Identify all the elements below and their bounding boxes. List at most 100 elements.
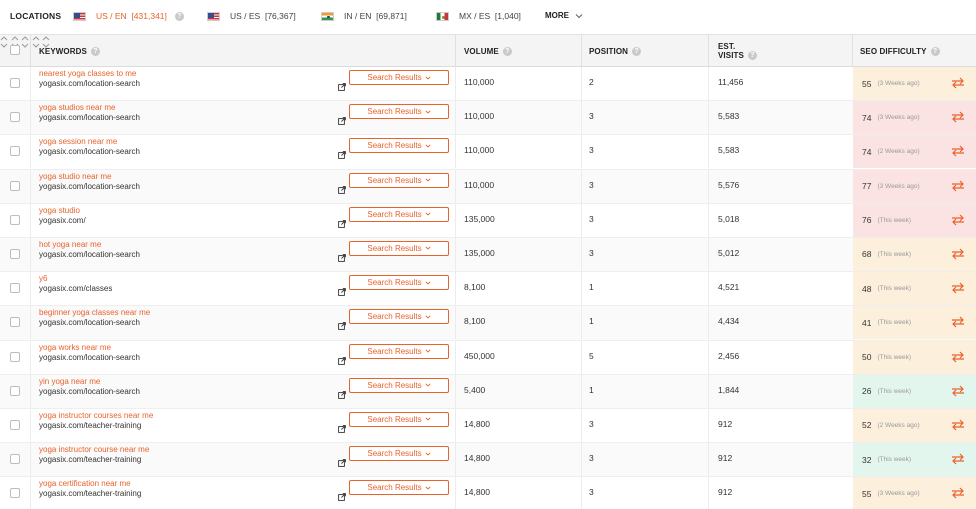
keyword-link[interactable]: y6 — [39, 274, 47, 283]
search-results-button[interactable]: Search Results — [349, 309, 449, 325]
external-link-icon[interactable] — [338, 254, 346, 262]
search-results-button[interactable]: Search Results — [349, 446, 449, 462]
search-results-button[interactable]: Search Results — [349, 138, 449, 154]
header-seo-difficulty[interactable]: SEO DIFFICULTY ? — [860, 35, 940, 67]
column-divider — [708, 169, 709, 203]
swap-arrows-icon[interactable] — [951, 77, 965, 89]
external-link-icon[interactable] — [338, 151, 346, 160]
row-checkbox[interactable] — [10, 146, 20, 157]
swap-arrows-icon[interactable] — [951, 180, 965, 192]
row-checkbox[interactable] — [10, 214, 20, 225]
external-link-icon[interactable] — [338, 493, 346, 502]
search-results-button[interactable]: Search Results — [349, 411, 449, 427]
est-visits-value: 4,434 — [718, 316, 740, 327]
search-results-button[interactable]: Search Results — [349, 172, 449, 188]
swap-arrows-icon[interactable] — [951, 282, 965, 294]
help-icon[interactable]: ? — [502, 46, 512, 56]
help-icon[interactable]: ? — [90, 46, 100, 56]
keyword-link[interactable]: yoga studio near me — [39, 172, 112, 181]
keyword-link[interactable]: yoga works near me — [39, 343, 111, 352]
row-checkbox[interactable] — [10, 419, 20, 430]
table-row: yoga certification near me yogasix.com/t… — [0, 477, 976, 509]
position-value: 3 — [589, 487, 594, 498]
search-results-button[interactable]: Search Results — [349, 275, 449, 291]
external-link-icon[interactable] — [338, 390, 346, 399]
search-results-button[interactable]: Search Results — [349, 480, 449, 496]
external-link-icon[interactable] — [338, 356, 346, 365]
header-est-visits[interactable]: EST. VISITS ? — [718, 35, 757, 67]
header-keywords[interactable]: KEYWORDS ? — [39, 35, 100, 67]
external-link-icon[interactable] — [338, 83, 346, 91]
keyword-link[interactable]: yoga certification near me — [39, 479, 131, 488]
search-results-button[interactable]: Search Results — [349, 70, 449, 85]
location-mx-es[interactable]: MX / ES [1,040] — [436, 9, 521, 23]
swap-arrows-icon[interactable] — [951, 351, 965, 363]
location-us-en[interactable]: US / EN [431,341] ? — [73, 9, 184, 23]
location-in-en[interactable]: IN / EN [69,871] — [321, 9, 407, 23]
table-row: yin yoga near me yogasix.com/location-se… — [0, 374, 976, 409]
keyword-link[interactable]: yoga instructor course near me — [39, 445, 149, 454]
keyword-link[interactable]: hot yoga near me — [39, 240, 101, 249]
volume-value: 14,800 — [464, 487, 490, 498]
external-link-icon[interactable] — [338, 117, 346, 126]
external-link-icon[interactable] — [338, 425, 346, 433]
swap-arrows-icon[interactable] — [951, 453, 965, 465]
search-results-button[interactable]: Search Results — [349, 343, 449, 359]
select-all-checkbox[interactable] — [10, 45, 20, 55]
swap-arrows-icon[interactable] — [951, 111, 965, 123]
search-results-button[interactable]: Search Results — [349, 377, 449, 393]
row-checkbox[interactable] — [10, 78, 20, 88]
row-checkbox[interactable] — [10, 385, 20, 396]
header-volume[interactable]: VOLUME ? — [464, 35, 512, 67]
chevron-down-icon — [425, 110, 431, 114]
header-position[interactable]: POSITION ? — [589, 35, 642, 67]
search-results-label: Search Results — [367, 483, 422, 493]
location-us-es[interactable]: US / ES [76,367] — [207, 9, 296, 23]
help-icon[interactable]: ? — [632, 46, 642, 56]
external-link-icon[interactable] — [338, 219, 346, 228]
volume-value: 5,400 — [464, 384, 486, 395]
row-checkbox[interactable] — [10, 112, 20, 123]
est-visits-value: 5,018 — [718, 213, 740, 224]
external-link-icon[interactable] — [338, 459, 346, 467]
seo-difficulty-updated: (This week) — [877, 387, 912, 395]
search-results-button[interactable]: Search Results — [349, 206, 449, 222]
keywords-table: KEYWORDS ? VOLUME ? POSITION ? EST. VISI… — [0, 34, 976, 509]
sort-icon[interactable] — [21, 35, 29, 49]
external-link-icon[interactable] — [338, 185, 346, 194]
swap-arrows-icon[interactable] — [951, 385, 965, 397]
swap-arrows-icon[interactable] — [951, 316, 965, 328]
keyword-link[interactable]: yoga studio — [39, 206, 80, 215]
row-checkbox[interactable] — [10, 351, 20, 362]
row-checkbox[interactable] — [10, 283, 20, 294]
seo-difficulty-updated: (This week) — [877, 216, 912, 224]
help-icon[interactable]: ? — [930, 46, 940, 56]
search-results-button[interactable]: Search Results — [349, 240, 449, 256]
swap-arrows-icon[interactable] — [951, 487, 965, 499]
swap-arrows-icon[interactable] — [951, 419, 965, 431]
search-results-label: Search Results — [367, 141, 422, 151]
swap-arrows-icon[interactable] — [951, 214, 965, 226]
keyword-link[interactable]: yoga instructor courses near me — [39, 411, 153, 420]
swap-arrows-icon[interactable] — [951, 248, 965, 260]
ranking-url: yogasix.com/location-search — [39, 181, 140, 191]
row-checkbox[interactable] — [10, 488, 20, 499]
info-icon[interactable]: ? — [174, 11, 184, 21]
sort-icon[interactable] — [0, 35, 8, 49]
keyword-link[interactable]: yoga session near me — [39, 137, 117, 146]
row-checkbox[interactable] — [10, 248, 20, 259]
keyword-link[interactable]: yin yoga near me — [39, 377, 100, 386]
row-checkbox[interactable] — [10, 454, 20, 465]
keyword-link[interactable]: nearest yoga classes to me — [39, 69, 136, 78]
row-checkbox[interactable] — [10, 180, 20, 191]
external-link-icon[interactable] — [338, 322, 346, 331]
help-icon[interactable]: ? — [747, 51, 757, 60]
column-divider — [581, 203, 582, 237]
keyword-link[interactable]: yoga studios near me — [39, 103, 116, 112]
more-locations-button[interactable]: MORE — [545, 11, 583, 20]
keyword-link[interactable]: beginner yoga classes near me — [39, 308, 150, 317]
search-results-button[interactable]: Search Results — [349, 104, 449, 120]
external-link-icon[interactable] — [338, 288, 346, 296]
row-checkbox[interactable] — [10, 317, 20, 328]
swap-arrows-icon[interactable] — [951, 145, 965, 157]
